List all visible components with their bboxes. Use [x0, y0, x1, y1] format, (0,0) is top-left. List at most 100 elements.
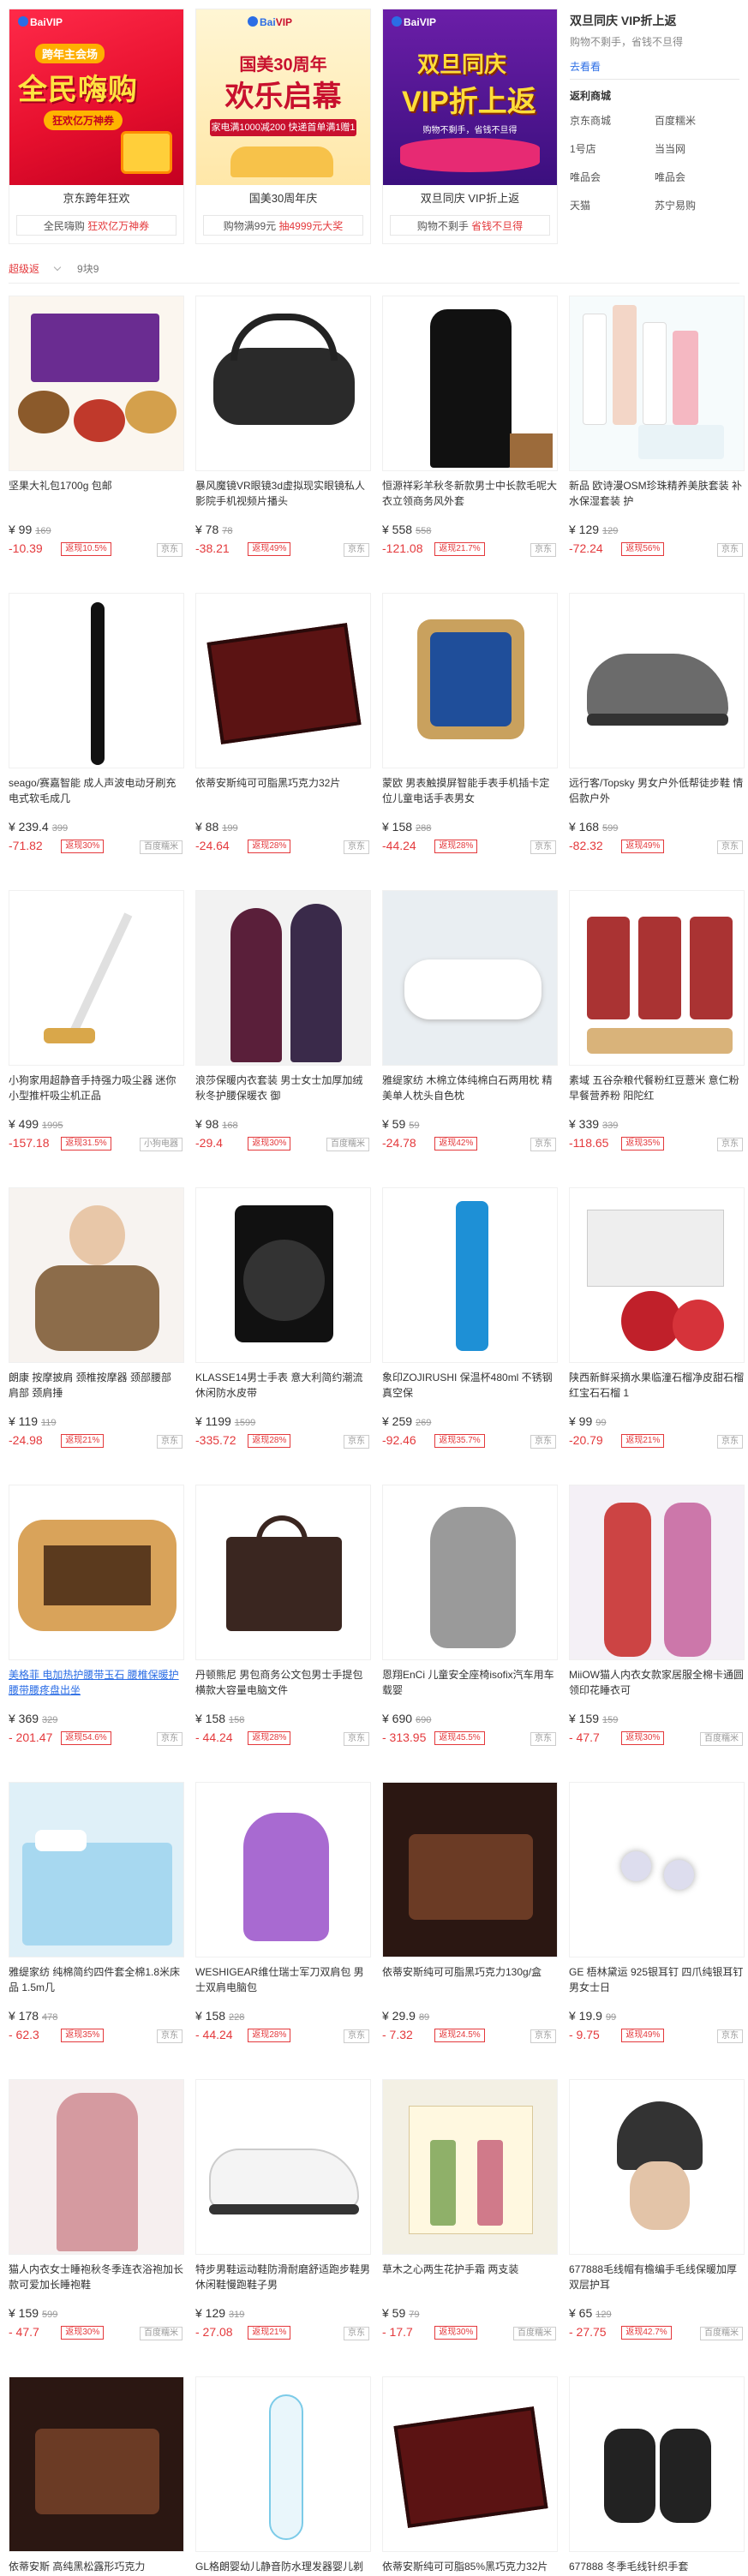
- product-name[interactable]: 依蒂安斯纯可可脂黑巧克力32片: [195, 775, 371, 813]
- product-name[interactable]: GL格朗婴幼儿静音防水理发器婴儿剃头器宝宝剃发器: [195, 2559, 371, 2576]
- product-card[interactable]: 677888毛线帽有檐编手毛线保暖加厚双层护耳 ¥ 65 129 - 27.75 返现…: [569, 2075, 745, 2358]
- product-image[interactable]: [9, 890, 184, 1066]
- promo-banner-vip[interactable]: BaiVIP 双旦同庆 VIP折上返 购物不剩手，省钱不旦得 双旦同庆 VIP折…: [382, 9, 558, 244]
- product-name[interactable]: WESHIGEAR维仕瑞士军刀双肩包 男士双肩电脑包: [195, 1964, 371, 2002]
- product-name[interactable]: 677888 冬季毛线针织手套: [569, 2559, 745, 2576]
- shop-tag[interactable]: 百度糯米: [140, 840, 183, 854]
- sort-dropdown[interactable]: 超级返: [9, 263, 39, 275]
- product-name[interactable]: 新品 欧诗漫OSM珍珠精养美肤套装 补水保湿套装 护: [569, 478, 745, 516]
- product-card[interactable]: 恒源祥彩羊秋冬新款男士中长款毛呢大衣立领商务风外套 ¥ 558 558 -121.08…: [382, 291, 558, 574]
- product-name[interactable]: 依蒂安斯 高纯黑松露形巧克力: [9, 2559, 184, 2576]
- product-image[interactable]: [569, 593, 745, 768]
- product-image[interactable]: [9, 1485, 184, 1660]
- product-name[interactable]: 浪莎保暖内衣套装 男士女士加厚加绒秋冬护腰保暖衣 御: [195, 1073, 371, 1110]
- shop-tag[interactable]: 京东: [344, 1732, 369, 1746]
- product-card[interactable]: MiiOW猫人内衣女款家居服全棉卡通圆领印花睡衣可 ¥ 159 159 - 47.7 …: [569, 1480, 745, 1763]
- product-name[interactable]: 草木之心两生花护手霜 两支装: [382, 2262, 558, 2299]
- product-name[interactable]: KLASSE14男士手表 意大利简约潮流休闲防水皮带: [195, 1370, 371, 1408]
- filter-option-9k9[interactable]: 9块9: [77, 263, 99, 275]
- product-image[interactable]: [569, 1485, 745, 1660]
- shop-tag[interactable]: 京东: [717, 1435, 743, 1449]
- shop-tag[interactable]: 京东: [344, 2327, 369, 2340]
- mall-link[interactable]: 京东商城: [570, 113, 655, 128]
- product-image[interactable]: [195, 1485, 371, 1660]
- product-card[interactable]: 美格菲 电加热护腰带玉石 腰椎保暖护腰带腰疼盘出坐 ¥ 369 329 - 201.4…: [9, 1480, 184, 1763]
- product-image[interactable]: [569, 2376, 745, 2552]
- product-image[interactable]: [9, 593, 184, 768]
- product-image[interactable]: [569, 890, 745, 1066]
- shop-tag[interactable]: 小狗电器: [140, 1138, 183, 1151]
- product-card[interactable]: seago/赛嘉智能 成人声波电动牙刷充电式软毛成几 ¥ 239.4 399 -71.…: [9, 589, 184, 871]
- product-card[interactable]: 浪莎保暖内衣套装 男士女士加厚加绒秋冬护腰保暖衣 御 ¥ 98 168 -29.4 返…: [195, 886, 371, 1168]
- product-image[interactable]: [195, 1187, 371, 1363]
- product-image[interactable]: [195, 890, 371, 1066]
- mall-link[interactable]: 苏宁易购: [655, 198, 739, 212]
- product-image[interactable]: [569, 296, 745, 471]
- product-name[interactable]: 特步男鞋运动鞋防滑耐磨舒适跑步鞋男休闲鞋慢跑鞋子男: [195, 2262, 371, 2299]
- product-name[interactable]: 677888毛线帽有檐编手毛线保暖加厚双层护耳: [569, 2262, 745, 2299]
- shop-tag[interactable]: 京东: [344, 543, 369, 557]
- product-name[interactable]: 陕西新鲜采摘水果临潼石榴净皮甜石榴红宝石石榴 1: [569, 1370, 745, 1408]
- product-name[interactable]: 暴风魔镜VR眼镜3d虚拟现实眼镜私人影院手机视频片播头: [195, 478, 371, 516]
- shop-tag[interactable]: 京东: [157, 2029, 183, 2043]
- see-more-link[interactable]: 去看看: [570, 59, 739, 74]
- product-card[interactable]: 新品 欧诗漫OSM珍珠精养美肤套装 补水保湿套装 护 ¥ 129 129 -72.24…: [569, 291, 745, 574]
- product-name[interactable]: 象印ZOJIRUSHI 保温杯480ml 不锈钢真空保: [382, 1370, 558, 1408]
- product-name[interactable]: 朗康 按摩披肩 颈椎按摩器 颈部腰部 肩部 颈肩捶: [9, 1370, 184, 1408]
- shop-tag[interactable]: 百度糯米: [700, 1732, 743, 1746]
- product-image[interactable]: [195, 2079, 371, 2255]
- product-name[interactable]: GE 梧林黛运 925银耳钉 四爪纯银耳钉 男女士日: [569, 1964, 745, 2002]
- shop-tag[interactable]: 百度糯米: [700, 2327, 743, 2340]
- product-name[interactable]: 雅缇家纺 纯棉简约四件套全棉1.8米床品 1.5m几: [9, 1964, 184, 2002]
- product-name[interactable]: 蒙欧 男表触摸屏智能手表手机插卡定位儿童电话手表男女: [382, 775, 558, 813]
- promo-banner-gome[interactable]: BaiVIP 国美30周年 欢乐启幕 家电满1000减200 快递首单满1赠1 …: [195, 9, 371, 244]
- shop-tag[interactable]: 京东: [157, 543, 183, 557]
- product-image[interactable]: [195, 1782, 371, 1957]
- product-card[interactable]: 小狗家用超静音手持强力吸尘器 迷你小型推杆吸尘机正品 ¥ 499 1995 -157.…: [9, 886, 184, 1168]
- product-image[interactable]: [9, 296, 184, 471]
- shop-tag[interactable]: 百度糯米: [326, 1138, 369, 1151]
- promo-banner-jd[interactable]: BaiVIP 跨年主会场 全民嗨购 狂欢亿万神券 京东跨年狂欢 全民嗨购 狂欢亿…: [9, 9, 184, 244]
- product-card[interactable]: 坚果大礼包1700g 包邮 ¥ 99 169 -10.39 返现10.5% 京东: [9, 291, 184, 574]
- product-card[interactable]: 依蒂安斯纯可可脂黑巧克力32片 ¥ 88 199 -24.64 返现28% 京东: [195, 589, 371, 871]
- product-image[interactable]: [382, 1187, 558, 1363]
- shop-tag[interactable]: 京东: [530, 840, 556, 854]
- product-card[interactable]: 暴风魔镜VR眼镜3d虚拟现实眼镜私人影院手机视频片播头 ¥ 78 78 -38.21 …: [195, 291, 371, 574]
- product-name[interactable]: 远行客/Topsky 男女户外低帮徒步鞋 情侣款户外: [569, 775, 745, 813]
- product-name[interactable]: 恩翔EnCi 儿童安全座椅isofix汽车用车载婴: [382, 1667, 558, 1705]
- product-card[interactable]: 雅缇家纺 纯棉简约四件套全棉1.8米床品 1.5m几 ¥ 178 478- 62.3…: [9, 1778, 184, 2060]
- shop-tag[interactable]: 京东: [344, 1435, 369, 1449]
- product-card[interactable]: GE 梧林黛运 925银耳钉 四爪纯银耳钉 男女士日 ¥ 19.9 99 - 9.75…: [569, 1778, 745, 2060]
- product-image[interactable]: [9, 1187, 184, 1363]
- product-card[interactable]: 恩翔EnCi 儿童安全座椅isofix汽车用车载婴 ¥ 690 690 - 313.9…: [382, 1480, 558, 1763]
- product-image[interactable]: [9, 2079, 184, 2255]
- product-image[interactable]: [382, 2079, 558, 2255]
- product-card[interactable]: 象印ZOJIRUSHI 保温杯480ml 不锈钢真空保 ¥ 259 269 -92.4…: [382, 1183, 558, 1466]
- product-name[interactable]: 依蒂安斯纯可可脂85%黑巧克力32片: [382, 2559, 558, 2576]
- shop-tag[interactable]: 京东: [717, 543, 743, 557]
- sidebar-title[interactable]: 双旦同庆 VIP折上返: [570, 12, 739, 29]
- product-image[interactable]: [382, 1782, 558, 1957]
- product-card[interactable]: 草木之心两生花护手霜 两支装 ¥ 59 79 - 17.7 返现30% 百度糯米: [382, 2075, 558, 2358]
- product-card[interactable]: 远行客/Topsky 男女户外低帮徒步鞋 情侣款户外 ¥ 168 599 -82.32…: [569, 589, 745, 871]
- mall-link[interactable]: 天猫: [570, 198, 655, 212]
- mall-link[interactable]: 百度糯米: [655, 113, 739, 128]
- shop-tag[interactable]: 京东: [530, 2029, 556, 2043]
- shop-tag[interactable]: 京东: [717, 1138, 743, 1151]
- product-name[interactable]: 猫人内衣女士睡袍秋冬季连衣浴袍加长款可爱加长睡袍鞋: [9, 2262, 184, 2299]
- product-name[interactable]: 坚果大礼包1700g 包邮: [9, 478, 184, 516]
- product-image[interactable]: [9, 2376, 184, 2552]
- product-card[interactable]: 猫人内衣女士睡袍秋冬季连衣浴袍加长款可爱加长睡袍鞋 ¥ 159 599 - 47.7 …: [9, 2075, 184, 2358]
- product-name[interactable]: MiiOW猫人内衣女款家居服全棉卡通圆领印花睡衣可: [569, 1667, 745, 1705]
- product-card[interactable]: 依蒂安斯 高纯黑松露形巧克力¥ 29.978- 7.32 返现24.5%京东: [9, 2372, 184, 2576]
- shop-tag[interactable]: 京东: [530, 1435, 556, 1449]
- product-card[interactable]: GL格朗婴幼儿静音防水理发器婴儿剃头器宝宝剃发器¥ 89219- 25.54 返…: [195, 2372, 371, 2576]
- product-image[interactable]: [382, 296, 558, 471]
- mall-link[interactable]: 唯品会: [570, 170, 655, 184]
- product-image[interactable]: [382, 1485, 558, 1660]
- shop-tag[interactable]: 京东: [157, 1435, 183, 1449]
- product-name[interactable]: 小狗家用超静音手持强力吸尘器 迷你小型推杆吸尘机正品: [9, 1073, 184, 1110]
- shop-tag[interactable]: 百度糯米: [140, 2327, 183, 2340]
- product-name[interactable]: 雅缇家纺 木棉立体纯棉白石两用枕 精美单人枕头自色枕: [382, 1073, 558, 1110]
- product-image[interactable]: [195, 296, 371, 471]
